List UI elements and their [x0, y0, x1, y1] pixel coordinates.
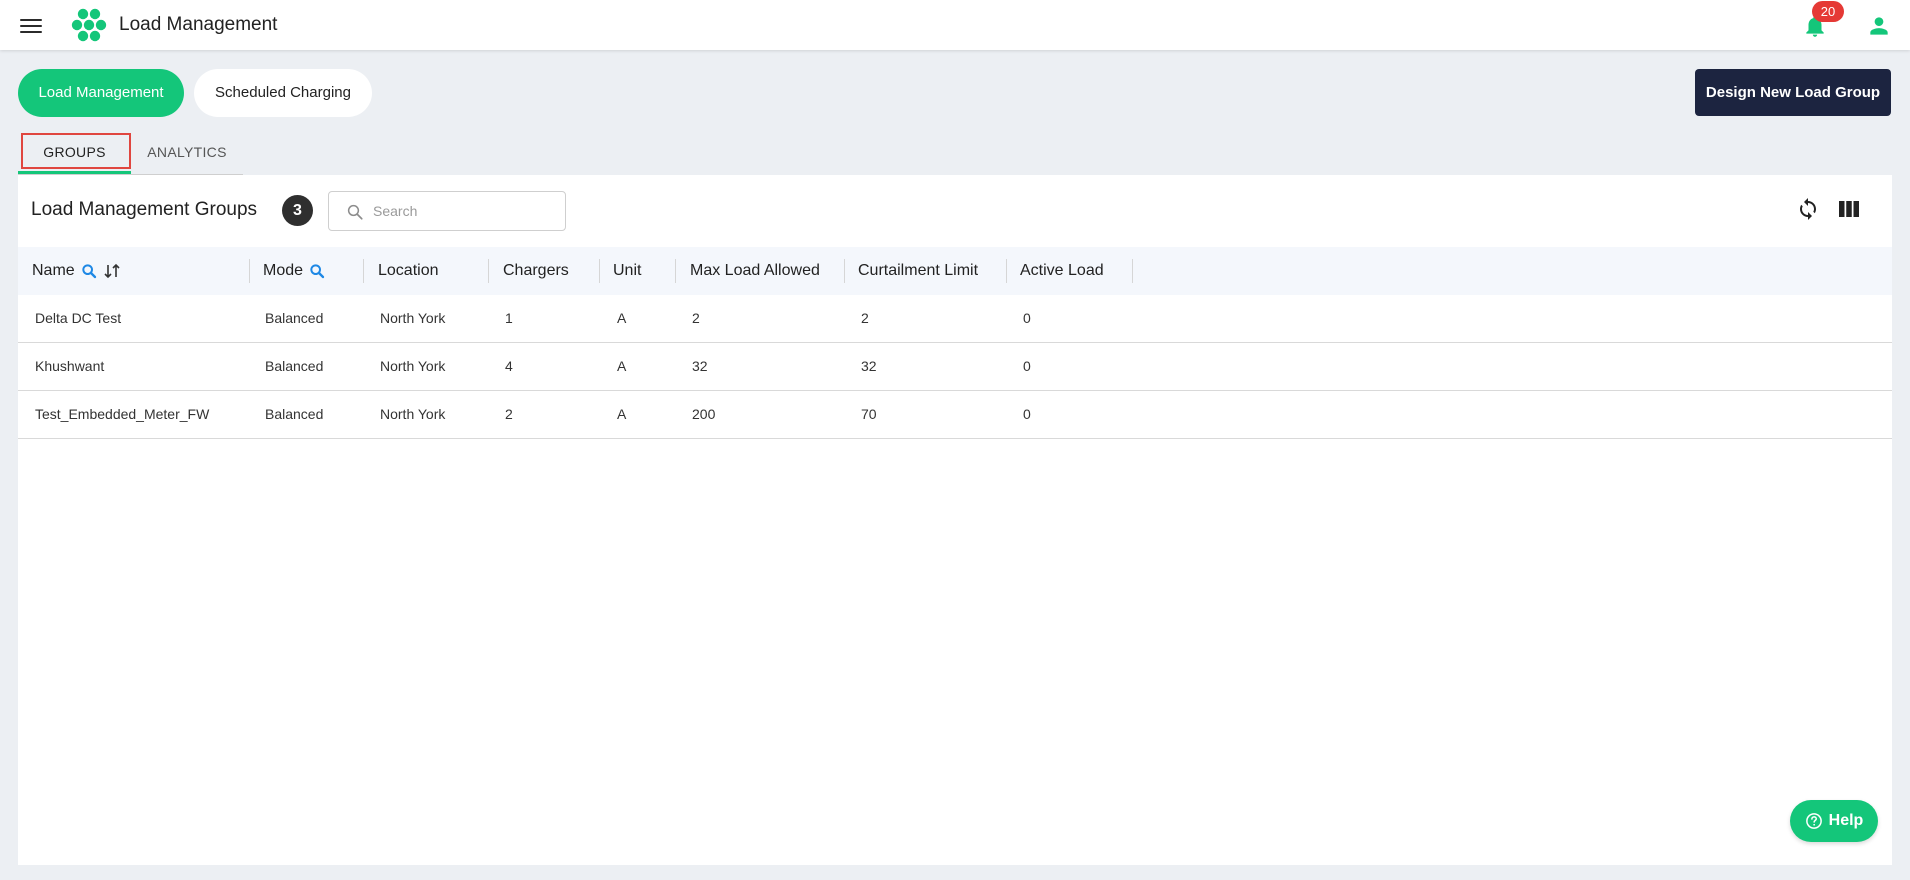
- search-input[interactable]: [373, 200, 553, 222]
- app-title: Load Management: [119, 14, 278, 35]
- column-header-unit[interactable]: Unit: [613, 247, 641, 295]
- table-row[interactable]: Khushwant Balanced North York 4 A 32 32 …: [18, 343, 1892, 391]
- cell-curtailment-limit: 32: [861, 358, 877, 374]
- column-divider: [844, 259, 845, 283]
- groups-card: Load Management Groups 3 Name: [18, 175, 1892, 865]
- cell-curtailment-limit: 2: [861, 310, 869, 326]
- table-header: Name Mode Location Chargers Unit Max Loa…: [18, 247, 1892, 295]
- cell-name: Delta DC Test: [35, 310, 122, 326]
- app-logo-icon: [71, 8, 107, 42]
- help-label: Help: [1828, 812, 1864, 829]
- column-divider: [249, 259, 250, 283]
- cell-active-load: 0: [1023, 358, 1031, 374]
- sort-icon[interactable]: [103, 263, 121, 279]
- column-divider: [488, 259, 489, 283]
- cell-unit: A: [617, 358, 627, 374]
- cell-location: North York: [380, 406, 446, 422]
- column-header-name[interactable]: Name: [32, 247, 121, 295]
- cell-active-load: 0: [1023, 310, 1031, 326]
- column-header-chargers[interactable]: Chargers: [503, 247, 569, 295]
- tab-groups-highlight: [21, 133, 131, 169]
- tab-analytics[interactable]: ANALYTICS: [131, 134, 243, 174]
- search-icon: [347, 204, 363, 220]
- column-divider: [599, 259, 600, 283]
- table-row[interactable]: Delta DC Test Balanced North York 1 A 2 …: [18, 295, 1892, 343]
- column-search-icon[interactable]: [81, 263, 97, 279]
- columns-icon[interactable]: [1838, 199, 1860, 219]
- help-button[interactable]: Help: [1790, 800, 1878, 842]
- column-label: Mode: [263, 262, 304, 279]
- user-account-icon[interactable]: [1866, 13, 1892, 39]
- cell-max-load-allowed: 32: [692, 358, 708, 374]
- cell-mode: Balanced: [265, 358, 324, 374]
- cell-max-load-allowed: 200: [692, 406, 716, 422]
- cell-chargers: 1: [505, 310, 513, 326]
- column-header-mode[interactable]: Mode: [263, 247, 325, 295]
- group-count-badge: 3: [282, 195, 313, 226]
- cell-curtailment-limit: 70: [861, 406, 877, 422]
- column-divider: [675, 259, 676, 283]
- search-field[interactable]: [328, 191, 566, 231]
- cell-name: Test_Embedded_Meter_FW: [35, 406, 210, 422]
- column-search-icon[interactable]: [309, 263, 325, 279]
- column-header-max-load-allowed[interactable]: Max Load Allowed: [690, 247, 820, 295]
- design-new-load-group-button[interactable]: Design New Load Group: [1695, 69, 1891, 116]
- column-header-curtailment-limit[interactable]: Curtailment Limit: [858, 247, 978, 295]
- help-circle-icon: [1805, 813, 1822, 829]
- notification-count-badge: 20: [1812, 1, 1844, 22]
- cell-location: North York: [380, 358, 446, 374]
- nav-pill-scheduled-charging[interactable]: Scheduled Charging: [194, 69, 372, 117]
- nav-pill-load-management[interactable]: Load Management: [18, 69, 184, 117]
- column-divider: [1132, 259, 1133, 283]
- cell-active-load: 0: [1023, 406, 1031, 422]
- table-row[interactable]: Test_Embedded_Meter_FW Balanced North Yo…: [18, 391, 1892, 439]
- cell-chargers: 2: [505, 406, 513, 422]
- cell-location: North York: [380, 310, 446, 326]
- cell-name: Khushwant: [35, 358, 105, 374]
- cell-unit: A: [617, 310, 627, 326]
- cell-mode: Balanced: [265, 406, 324, 422]
- cell-mode: Balanced: [265, 310, 324, 326]
- tab-active-indicator: [18, 171, 131, 174]
- cell-chargers: 4: [505, 358, 513, 374]
- column-label: Name: [32, 262, 75, 279]
- cell-unit: A: [617, 406, 627, 422]
- cell-max-load-allowed: 2: [692, 310, 700, 326]
- card-title: Load Management Groups: [31, 199, 258, 220]
- refresh-icon[interactable]: [1796, 197, 1820, 221]
- column-divider: [363, 259, 364, 283]
- column-divider: [1006, 259, 1007, 283]
- top-bar: Load Management 20: [0, 0, 1910, 50]
- column-header-location[interactable]: Location: [378, 247, 439, 295]
- column-header-active-load[interactable]: Active Load: [1020, 247, 1104, 295]
- menu-icon[interactable]: [20, 15, 44, 35]
